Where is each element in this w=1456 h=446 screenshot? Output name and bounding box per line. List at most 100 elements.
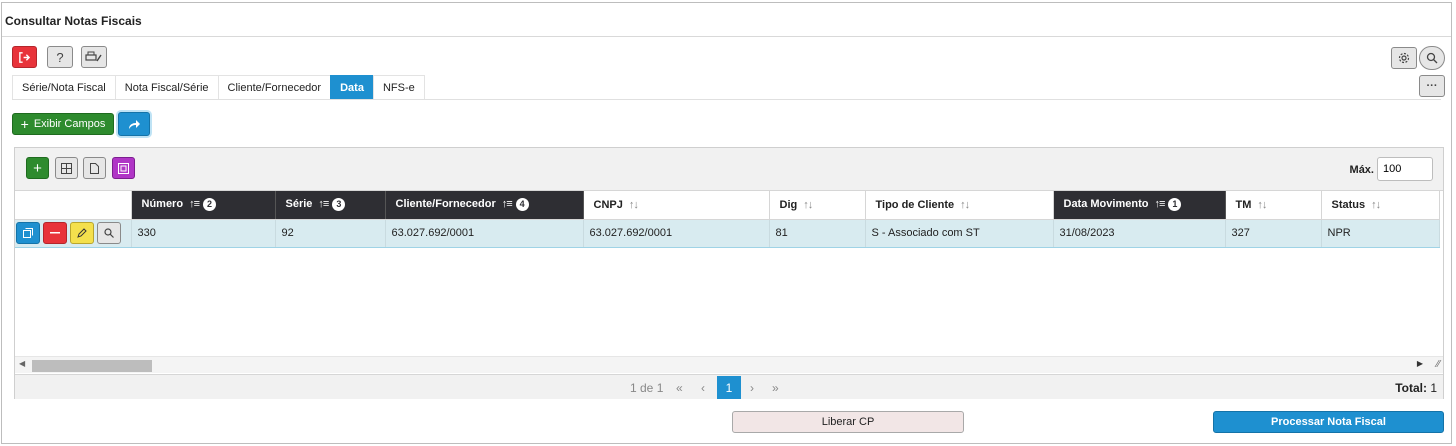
- tab-data[interactable]: Data: [330, 75, 374, 99]
- column-label: CNPJ: [593, 198, 623, 211]
- delete-row-button[interactable]: [43, 222, 67, 244]
- sort-asc-icon: ↑≡: [501, 198, 513, 211]
- cell-tipo-cliente: S - Associado com ST: [865, 218, 1054, 248]
- table-row[interactable]: 330 92 63.027.692/0001 63.027.692/0001 8…: [15, 218, 1440, 248]
- exit-button[interactable]: [12, 46, 37, 68]
- grid-icon: [61, 162, 72, 174]
- edit-row-button[interactable]: [70, 222, 94, 244]
- max-label: Máx.: [1349, 164, 1374, 176]
- help-label: ?: [56, 49, 64, 65]
- cell-tm: 327: [1225, 218, 1322, 248]
- column-label: Série: [285, 198, 313, 211]
- exit-icon: [19, 51, 31, 63]
- scroll-left-icon[interactable]: ◀: [19, 359, 25, 368]
- tabs-divider: [12, 99, 1441, 100]
- next-page-button[interactable]: ›: [750, 381, 754, 395]
- sort-icon: ↑↓: [1371, 198, 1381, 211]
- cell-cnpj: 63.027.692/0001: [583, 218, 770, 248]
- column-header-cnpj[interactable]: CNPJ ↑↓: [583, 191, 770, 220]
- settings-button[interactable]: [1391, 47, 1417, 69]
- tab-nfs-e[interactable]: NFS-e: [372, 75, 425, 99]
- column-header-tm[interactable]: TM ↑↓: [1225, 191, 1322, 220]
- cell-data-movimento: 31/08/2023: [1053, 218, 1226, 248]
- first-page-button[interactable]: «: [676, 381, 683, 395]
- tab-serie-nota-fiscal[interactable]: Série/Nota Fiscal: [12, 75, 116, 99]
- cell-numero: 330: [131, 218, 276, 248]
- release-cp-button[interactable]: Liberar CP: [732, 411, 964, 433]
- cell-cliente-fornecedor: 63.027.692/0001: [385, 218, 584, 248]
- max-input[interactable]: [1377, 157, 1433, 181]
- columns-button[interactable]: [55, 157, 78, 179]
- process-invoice-button[interactable]: Processar Nota Fiscal: [1213, 411, 1444, 433]
- column-label: Número: [141, 198, 184, 211]
- search-button[interactable]: [1419, 46, 1445, 70]
- column-label: Tipo de Cliente: [875, 198, 955, 211]
- page-title: Consultar Notas Fiscais: [5, 14, 142, 28]
- column-header-dig[interactable]: Dig ↑↓: [769, 191, 866, 220]
- column-label: Status: [1331, 198, 1366, 211]
- column-label: Cliente/Fornecedor: [395, 198, 496, 211]
- sort-asc-icon: ↑≡: [189, 198, 200, 211]
- tab-bar: Série/Nota Fiscal Nota Fiscal/Série Clie…: [12, 75, 425, 99]
- column-label: TM: [1235, 198, 1252, 211]
- data-grid: Número ↑≡ 2 Série ↑≡ 3 Cliente/Fornecedor ↑≡ 4…: [15, 191, 1440, 248]
- copy-row-button[interactable]: [16, 222, 40, 244]
- sort-order-badge: 3: [332, 198, 346, 212]
- scrollbar-thumb[interactable]: [32, 360, 152, 372]
- show-fields-label: Exibir Campos: [33, 118, 106, 130]
- column-label: Dig: [779, 198, 798, 211]
- horizontal-scrollbar[interactable]: ◀ ▶ ⁄⁄: [15, 356, 1443, 373]
- current-page-button[interactable]: 1: [717, 376, 741, 399]
- title-divider: [2, 36, 1451, 37]
- printer-edit-icon: [85, 51, 102, 62]
- prev-page-button[interactable]: ‹: [701, 381, 705, 395]
- more-button[interactable]: ···: [1419, 75, 1445, 97]
- column-header-numero[interactable]: Número ↑≡ 2: [131, 191, 276, 220]
- tab-nota-fiscal-serie[interactable]: Nota Fiscal/Série: [114, 75, 219, 99]
- column-header-status[interactable]: Status ↑↓: [1321, 191, 1440, 220]
- column-header-tipo-cliente[interactable]: Tipo de Cliente ↑↓: [865, 191, 1054, 220]
- tab-cliente-fornecedor[interactable]: Cliente/Fornecedor: [217, 75, 332, 99]
- gear-icon: [1398, 52, 1410, 64]
- expand-icon: [118, 162, 129, 174]
- plus-icon: +: [20, 116, 29, 132]
- last-page-button[interactable]: »: [772, 381, 779, 395]
- cell-status: NPR: [1321, 218, 1440, 248]
- main-window: Consultar Notas Fiscais ? ··· Série/Nota…: [1, 2, 1452, 444]
- row-actions: [15, 218, 132, 248]
- share-arrow-icon: [129, 119, 140, 129]
- sort-order-badge: 4: [515, 198, 529, 212]
- total-value: 1: [1430, 381, 1437, 395]
- more-icon: ···: [1426, 80, 1438, 92]
- sort-order-badge: 2: [202, 198, 216, 212]
- sort-icon: ↑↓: [803, 198, 813, 211]
- column-header-serie[interactable]: Série ↑≡ 3: [275, 191, 386, 220]
- share-button[interactable]: [118, 112, 150, 136]
- cell-serie: 92: [275, 218, 386, 248]
- grid-toolbar: + Máx.: [15, 148, 1443, 191]
- pencil-icon: [77, 228, 87, 238]
- column-header-data-movimento[interactable]: Data Movimento ↑≡ 1: [1053, 191, 1226, 220]
- show-fields-button[interactable]: + Exibir Campos: [12, 113, 114, 135]
- print-edit-button[interactable]: [81, 46, 107, 68]
- sort-icon: ↑↓: [1257, 198, 1267, 211]
- export-button[interactable]: [83, 157, 106, 179]
- expand-button[interactable]: [112, 157, 135, 179]
- resize-handle-icon[interactable]: ⁄⁄: [1437, 359, 1440, 370]
- copy-icon: [23, 228, 33, 238]
- add-record-button[interactable]: +: [26, 157, 49, 179]
- sort-icon: ↑↓: [960, 198, 970, 211]
- plus-icon: +: [33, 159, 42, 177]
- pagination: 1 de 1 « ‹ 1 › » Total: 1: [15, 374, 1443, 399]
- view-row-button[interactable]: [97, 222, 121, 244]
- search-icon: [1426, 52, 1438, 64]
- scroll-right-icon[interactable]: ▶: [1417, 359, 1423, 368]
- column-label: Data Movimento: [1063, 198, 1149, 211]
- sort-order-badge: 1: [1168, 198, 1182, 212]
- grid-panel: + Máx. Número↑≡2: [14, 147, 1444, 399]
- document-icon: [90, 162, 99, 174]
- column-header-cliente-fornecedor[interactable]: Cliente/Fornecedor ↑≡ 4: [385, 191, 584, 220]
- help-button[interactable]: ?: [47, 46, 73, 68]
- page-info: 1 de 1: [630, 381, 664, 395]
- sort-asc-icon: ↑≡: [318, 198, 329, 211]
